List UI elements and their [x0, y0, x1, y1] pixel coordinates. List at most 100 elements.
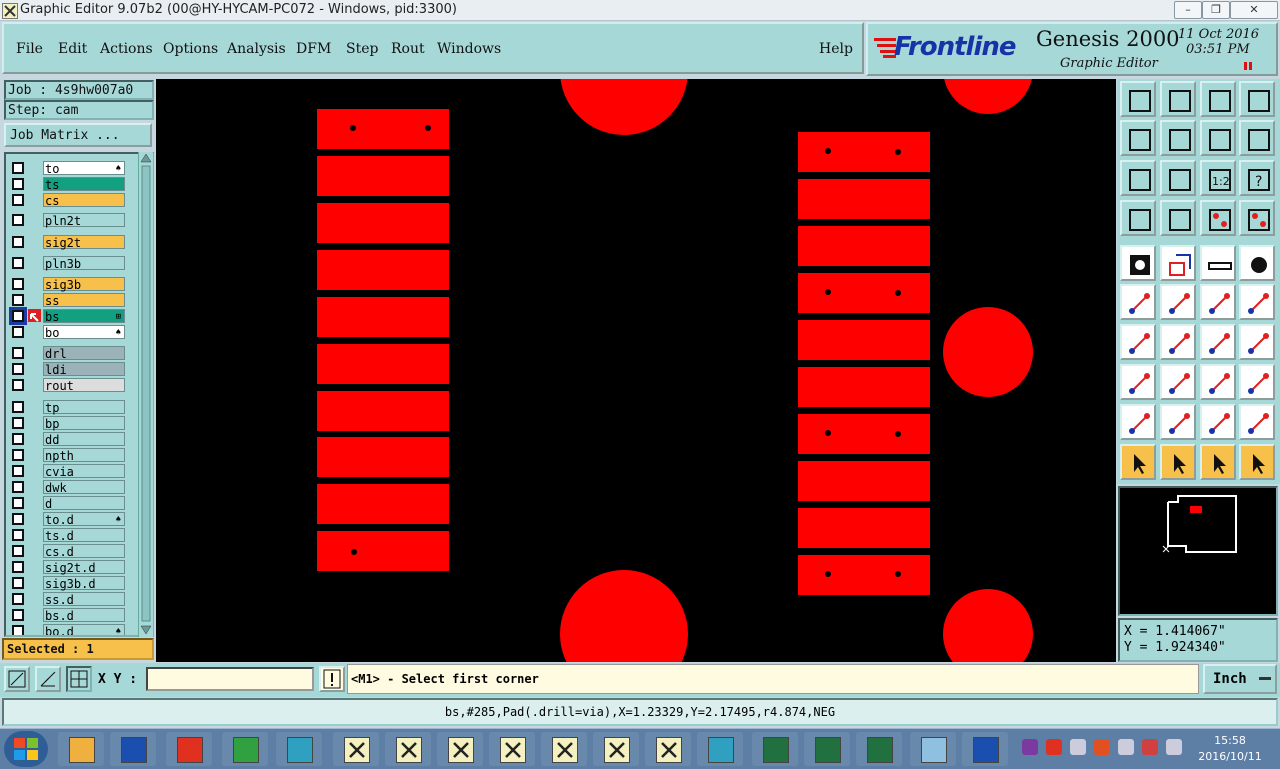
help-button[interactable]: ? [1239, 160, 1275, 196]
menu-dfm[interactable]: DFM [296, 41, 331, 57]
smd-pad[interactable] [317, 250, 449, 290]
layer-row-drl[interactable]: drl [8, 346, 128, 361]
smd-pad[interactable] [317, 437, 449, 477]
pad-button[interactable] [1120, 245, 1156, 281]
taskbar-item[interactable] [222, 732, 268, 766]
smd-pad[interactable] [798, 461, 930, 501]
layer-checkbox[interactable] [12, 625, 24, 635]
menu-analysis[interactable]: Analysis [227, 41, 286, 57]
smd-pad[interactable] [798, 320, 930, 360]
taskbar-item[interactable] [910, 732, 956, 766]
layer-row-to[interactable]: to ♠ [8, 161, 128, 176]
layer-checkbox[interactable] [12, 178, 24, 190]
taskbar-item[interactable] [697, 732, 743, 766]
line-button[interactable] [1200, 284, 1236, 320]
layer-checkbox[interactable] [12, 257, 24, 269]
smd-pad[interactable] [798, 555, 930, 595]
layer-checkbox[interactable] [12, 609, 24, 621]
sync-icon[interactable] [1094, 739, 1110, 755]
layer-checkbox[interactable] [12, 449, 24, 461]
resize-button[interactable] [1120, 364, 1156, 400]
smd-pad[interactable] [317, 203, 449, 243]
cross-button[interactable] [1160, 284, 1196, 320]
taskbar-item[interactable] [276, 732, 322, 766]
layer-checkbox[interactable] [12, 347, 24, 359]
menu-step[interactable]: Step [346, 41, 378, 57]
layer-row-cs[interactable]: cs [8, 193, 128, 208]
triangle-button[interactable] [1120, 404, 1156, 440]
system-clock[interactable]: 15:58 2016/10/11 [1190, 733, 1270, 765]
layer-checkbox[interactable] [12, 417, 24, 429]
layer-checkbox[interactable] [12, 194, 24, 206]
taskbar-item[interactable] [166, 732, 212, 766]
grid-button[interactable] [1160, 200, 1196, 236]
language-icon[interactable] [1022, 739, 1038, 755]
diagonal-button[interactable] [1160, 324, 1196, 360]
layer-row-ss[interactable]: ss [8, 293, 128, 308]
mounting-pad[interactable] [560, 79, 688, 135]
layer-row-bs-d[interactable]: bs.d [8, 608, 128, 623]
taskbar-item[interactable] [593, 732, 639, 766]
smd-pad[interactable] [798, 508, 930, 548]
layer-row-cs-d[interactable]: cs.d [8, 544, 128, 559]
route-button[interactable] [1239, 444, 1275, 480]
layer-row-bp[interactable]: bp [8, 416, 128, 431]
via-hole[interactable] [825, 148, 831, 154]
taskbar-item[interactable] [489, 732, 535, 766]
layer-row-to-d[interactable]: to.d ♠ [8, 512, 128, 527]
layer-checkbox[interactable] [12, 577, 24, 589]
layer-row-ts[interactable]: ts [8, 177, 128, 192]
layer-checkbox[interactable] [12, 278, 24, 290]
overview-map[interactable] [1118, 486, 1278, 616]
layer-checkbox[interactable] [12, 529, 24, 541]
layer-row-rout[interactable]: rout [8, 378, 128, 393]
select-b-button[interactable] [1200, 404, 1236, 440]
via-hole[interactable] [825, 430, 831, 436]
arc-button[interactable] [1200, 324, 1236, 360]
via-hole[interactable] [825, 289, 831, 295]
layer-checkbox[interactable] [12, 294, 24, 306]
measure-button[interactable] [1120, 200, 1156, 236]
taskbar-item[interactable] [541, 732, 587, 766]
zoom-fit-button[interactable] [1120, 160, 1156, 196]
mounting-pad[interactable] [943, 307, 1033, 397]
mounting-pad[interactable] [943, 79, 1033, 114]
minus-button[interactable] [1160, 364, 1196, 400]
snap-mode-2-button[interactable] [35, 666, 61, 692]
layer-checkbox[interactable] [12, 401, 24, 413]
menu-file[interactable]: File [16, 41, 43, 57]
smd-pad[interactable] [798, 179, 930, 219]
layer-checkbox[interactable] [12, 363, 24, 375]
smd-pad[interactable] [798, 367, 930, 407]
zoom-window-button[interactable] [1239, 81, 1275, 117]
layer-checkbox[interactable] [12, 236, 24, 248]
group-button[interactable] [1239, 364, 1275, 400]
layer-row-ldi[interactable]: ldi [8, 362, 128, 377]
layer-row-pln3b[interactable]: pln3b [8, 256, 128, 271]
via-hole[interactable] [350, 125, 356, 131]
home-button[interactable] [1200, 81, 1236, 117]
undo-view-button[interactable] [1200, 120, 1236, 156]
pan-right-button[interactable] [1160, 120, 1196, 156]
smd-pad[interactable] [317, 156, 449, 196]
close-button[interactable]: ✕ [1230, 1, 1278, 19]
layer-row-npth[interactable]: npth [8, 448, 128, 463]
via-hole[interactable] [425, 125, 431, 131]
layer-row-ss-d[interactable]: ss.d [8, 592, 128, 607]
mounting-pad[interactable] [560, 570, 688, 662]
taskbar-item[interactable] [385, 732, 431, 766]
taskbar-item[interactable] [752, 732, 798, 766]
select-a-button[interactable] [1160, 404, 1196, 440]
taskbar-item[interactable] [333, 732, 379, 766]
connect-button[interactable] [1120, 284, 1156, 320]
smd-pad[interactable] [317, 391, 449, 431]
layer-row-sig2t[interactable]: sig2t [8, 235, 128, 250]
move-button[interactable] [1239, 284, 1275, 320]
maximize-button[interactable]: ❐ [1202, 1, 1230, 19]
layer-scrollbar[interactable] [138, 152, 153, 637]
menu-options[interactable]: Options [163, 41, 218, 57]
taskbar-item[interactable] [962, 732, 1008, 766]
smd-pad[interactable] [798, 273, 930, 313]
pan-left-button[interactable] [1120, 120, 1156, 156]
via-hole[interactable] [895, 571, 901, 577]
